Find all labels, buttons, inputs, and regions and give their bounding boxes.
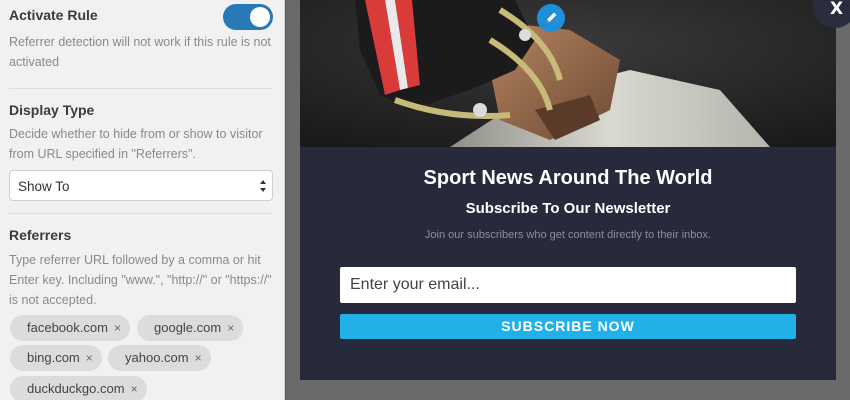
divider (9, 88, 272, 89)
display-type-title: Display Type (9, 102, 95, 118)
edit-popup-button[interactable] (537, 4, 565, 32)
referrer-tag: duckduckgo.com × (10, 376, 147, 400)
toggle-knob (250, 7, 270, 27)
display-type-description: Decide whether to hide from or show to v… (9, 127, 263, 161)
referrer-tag-label: duckduckgo.com (27, 381, 125, 396)
subscribe-button[interactable]: SUBSCRIBE NOW (340, 314, 796, 339)
referrer-tag: yahoo.com × (108, 345, 211, 371)
display-type-select[interactable]: Show To (9, 170, 273, 201)
select-arrows-icon (260, 180, 266, 192)
settings-panel: Activate Rule Referrer detection will no… (0, 0, 285, 400)
email-field[interactable] (340, 267, 796, 303)
referrers-title: Referrers (9, 227, 72, 243)
pencil-icon (546, 12, 557, 23)
close-icon: X (830, 0, 844, 19)
remove-tag-icon[interactable]: × (114, 315, 121, 341)
referrers-description: Type referrer URL followed by a comma or… (9, 253, 272, 307)
referrer-tag-label: bing.com (27, 350, 80, 365)
remove-tag-icon[interactable]: × (131, 376, 138, 400)
referrer-tag-label: google.com (154, 320, 222, 335)
referrer-tag: facebook.com × (10, 315, 130, 341)
divider (9, 213, 272, 214)
activate-rule-toggle[interactable] (223, 4, 273, 30)
popup-subtitle: Subscribe To Our Newsletter (465, 200, 671, 217)
newsletter-popup: Sport News Around The World Subscribe To… (300, 0, 836, 380)
remove-tag-icon[interactable]: × (86, 345, 93, 371)
referrer-tag-label: yahoo.com (125, 350, 189, 365)
display-type-value: Show To (18, 179, 70, 194)
referrer-tag-label: facebook.com (27, 320, 108, 335)
referrer-tag: google.com × (137, 315, 244, 341)
activate-rule-description: Referrer detection will not work if this… (9, 35, 271, 69)
referrer-tag: bing.com × (10, 345, 102, 371)
remove-tag-icon[interactable]: × (195, 345, 202, 371)
popup-description: Join our subscribers who get content dir… (424, 229, 712, 241)
hero-image (300, 0, 836, 147)
remove-tag-icon[interactable]: × (227, 315, 234, 341)
popup-title: Sport News Around The World (423, 167, 713, 189)
